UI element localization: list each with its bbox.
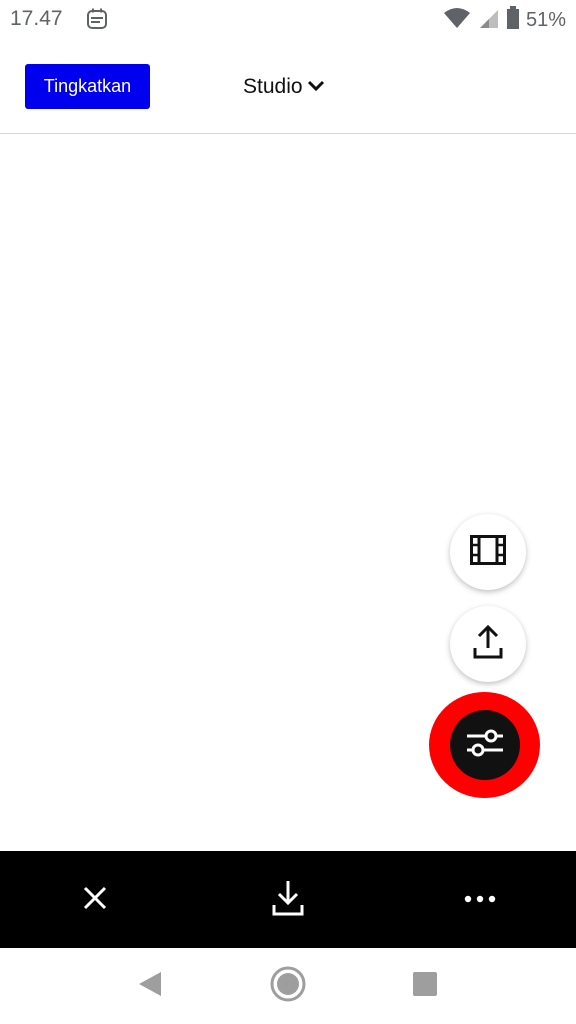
status-icons: 51% xyxy=(442,6,566,35)
close-icon xyxy=(82,885,108,916)
download-button[interactable] xyxy=(265,877,311,923)
film-button[interactable] xyxy=(450,514,526,590)
sliders-button[interactable] xyxy=(449,710,520,780)
more-button[interactable] xyxy=(457,877,503,923)
app-screen: 17.47 51% Tingkatkan Studio xyxy=(0,0,576,1024)
sliders-icon xyxy=(465,727,505,764)
home-icon xyxy=(269,965,307,1008)
close-button[interactable] xyxy=(72,877,118,923)
bottom-toolbar xyxy=(0,851,576,948)
share-icon xyxy=(473,624,503,665)
chevron-down-icon xyxy=(307,75,325,99)
status-bar: 17.47 51% xyxy=(0,0,576,40)
header: Tingkatkan Studio xyxy=(0,40,576,134)
studio-dropdown[interactable]: Studio xyxy=(243,72,325,102)
battery-percentage: 51% xyxy=(525,9,566,31)
back-icon xyxy=(137,970,163,1003)
wifi-icon xyxy=(442,6,472,35)
share-button[interactable] xyxy=(450,606,526,682)
upgrade-button[interactable]: Tingkatkan xyxy=(25,64,150,109)
signal-icon xyxy=(478,6,500,35)
home-button[interactable] xyxy=(268,966,308,1006)
system-nav-bar xyxy=(0,948,576,1024)
film-icon xyxy=(470,534,506,570)
studio-label: Studio xyxy=(243,75,303,98)
battery-icon xyxy=(506,6,520,35)
recents-icon xyxy=(412,971,438,1002)
recents-button[interactable] xyxy=(405,966,445,1006)
status-time: 17.47 xyxy=(10,7,63,30)
notification-app-icon xyxy=(86,8,108,30)
more-icon xyxy=(464,891,496,909)
download-icon xyxy=(272,879,304,922)
back-button[interactable] xyxy=(130,966,170,1006)
main-fab-ring[interactable] xyxy=(429,692,540,798)
